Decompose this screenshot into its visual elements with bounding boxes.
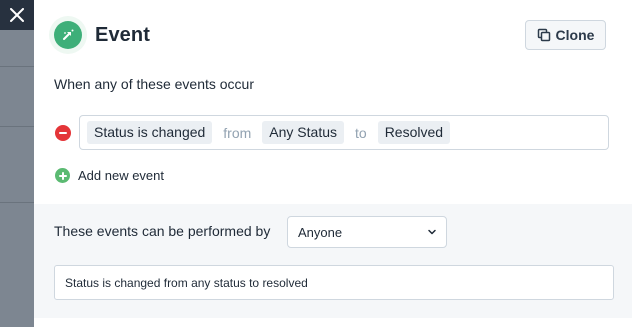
cursor-click-icon	[63, 29, 74, 40]
to-connector: to	[355, 124, 367, 141]
event-condition-row: Status is changed from Any Status to Res…	[79, 115, 609, 150]
event-panel: Event Clone When any of these events occ…	[34, 0, 632, 327]
chevron-down-icon	[428, 229, 436, 235]
trigger-section-label: When any of these events occur	[54, 76, 254, 92]
performer-section: These events can be performed by Anyone …	[34, 204, 632, 318]
event-editor-root: Event Clone When any of these events occ…	[0, 0, 632, 327]
backdrop-overlay	[0, 0, 34, 327]
backdrop-divider	[0, 126, 34, 127]
performer-selected-value: Anyone	[298, 224, 343, 240]
panel-bottom	[34, 318, 632, 327]
from-value-chip[interactable]: Any Status	[262, 121, 344, 144]
event-summary-field[interactable]: Status is changed from any status to res…	[54, 265, 614, 300]
performer-label: These events can be performed by	[54, 223, 271, 239]
add-new-event-label: Add new event	[78, 168, 165, 183]
remove-icon	[59, 132, 67, 134]
panel-title: Event	[95, 24, 150, 46]
event-icon	[49, 16, 87, 54]
clone-button-label: Clone	[555, 27, 595, 43]
event-icon-badge	[54, 21, 82, 49]
remove-event-button[interactable]	[55, 125, 71, 141]
performer-select[interactable]: Anyone	[287, 216, 447, 248]
add-new-event-link[interactable]: Add new event	[55, 168, 164, 183]
event-field-chip[interactable]: Status is changed	[87, 121, 213, 144]
backdrop-divider	[0, 66, 34, 67]
close-icon	[10, 8, 24, 22]
to-value-chip[interactable]: Resolved	[377, 121, 451, 144]
panel-header: Event Clone	[34, 0, 632, 68]
from-connector: from	[223, 124, 252, 141]
backdrop-divider	[0, 202, 34, 203]
copy-icon	[537, 28, 550, 42]
clone-button[interactable]: Clone	[525, 20, 606, 50]
close-button[interactable]	[0, 0, 34, 30]
add-icon	[55, 168, 70, 183]
